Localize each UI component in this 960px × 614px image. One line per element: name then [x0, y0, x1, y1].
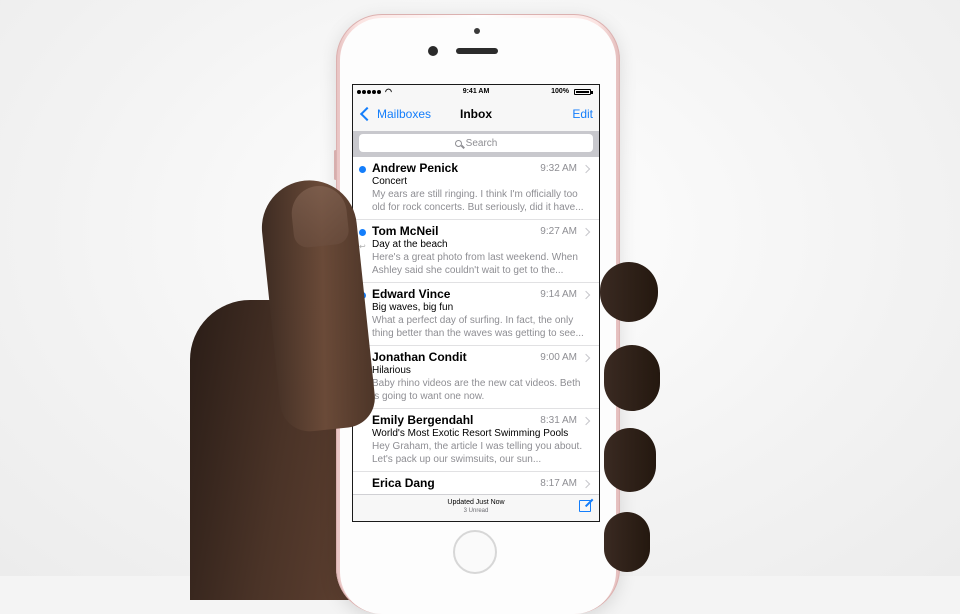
- message-preview: Here's a great photo from last weekend. …: [372, 252, 578, 276]
- edit-button[interactable]: Edit: [572, 107, 593, 121]
- message-preview: What a perfect day of surfing. In fact, …: [372, 315, 584, 339]
- message-time: 8:17 AM: [540, 478, 577, 489]
- unread-dot-icon: [359, 166, 366, 173]
- home-button[interactable]: [453, 530, 497, 574]
- message-sender: Emily Bergendahl: [372, 413, 474, 427]
- finger-index: [600, 262, 658, 322]
- proximity-sensor: [474, 28, 480, 34]
- unread-dot-icon: [359, 229, 366, 236]
- navigation-bar: Mailboxes Inbox Edit: [353, 99, 599, 131]
- bottom-toolbar: Updated Just Now 3 Unread: [353, 494, 599, 521]
- battery-icon: [574, 89, 591, 95]
- message-subject: Big waves, big fun: [372, 302, 454, 313]
- status-bar: ◠ 9:41 AM 100%: [353, 85, 599, 99]
- message-preview: My ears are still ringing. I think I'm o…: [372, 189, 584, 213]
- battery-percent: 100%: [551, 88, 569, 95]
- magnifier-icon: [454, 139, 462, 147]
- finger-ring: [604, 428, 656, 492]
- update-status: Updated Just Now: [447, 499, 505, 506]
- chevron-right-icon: [581, 290, 591, 300]
- finger-middle: [604, 345, 660, 411]
- message-sender: Jonathan Condit: [372, 350, 467, 364]
- message-time: 9:00 AM: [540, 352, 577, 363]
- message-row[interactable]: ↩ Tom McNeil 9:27 AM Day at the beach Here's…: [353, 220, 599, 283]
- message-row[interactable]: Emily Bergendahl 8:31 AM World's Most Exot…: [353, 409, 599, 472]
- battery-cap: [591, 91, 593, 94]
- message-time: 9:27 AM: [540, 226, 577, 237]
- message-subject: Concert: [372, 176, 408, 187]
- message-row[interactable]: ↩Edward Vince9:14 AMBig waves, big funWh…: [353, 283, 599, 346]
- chevron-right-icon: [581, 164, 591, 174]
- search-placeholder: Search: [465, 137, 498, 149]
- chevron-right-icon: [581, 416, 591, 426]
- message-sender: Edward Vince: [372, 287, 451, 301]
- message-subject: Hilarious: [372, 365, 411, 376]
- phone-screen: ◠ 9:41 AM 100% Mailboxes Inbox Edit Sear…: [352, 84, 600, 522]
- message-sender: Tom McNeil: [372, 224, 439, 238]
- message-row[interactable]: Jonathan Condit 9:00 AM Hilarious Baby rhin…: [353, 346, 599, 409]
- compose-icon[interactable]: [579, 500, 591, 512]
- search-bar: Search: [353, 131, 599, 157]
- finger-little: [604, 512, 650, 572]
- chevron-right-icon: [581, 353, 591, 363]
- message-time: 8:31 AM: [540, 415, 577, 426]
- search-input[interactable]: Search: [359, 134, 593, 152]
- message-time: 9:32 AM: [540, 163, 577, 174]
- page-title: Inbox: [460, 107, 492, 121]
- message-list: Andrew Penick 9:32 AM Concert My ears are s…: [353, 157, 599, 521]
- unread-count: 3 Unread: [463, 508, 489, 514]
- message-row[interactable]: Andrew Penick 9:32 AM Concert My ears are s…: [353, 157, 599, 220]
- reply-arrow-icon: ↩: [359, 242, 366, 251]
- message-subject: Day at the beach: [372, 239, 448, 250]
- message-subject: World's Most Exotic Resort Swimming Pool…: [372, 428, 569, 439]
- message-sender: Erica Dang: [372, 476, 435, 490]
- chevron-right-icon: [581, 479, 591, 489]
- message-time: 9:14 AM: [540, 289, 577, 300]
- message-preview: Baby rhino videos are the new cat videos…: [372, 378, 581, 402]
- earpiece-speaker: [456, 48, 498, 54]
- message-preview: Hey Graham, the article I was telling yo…: [372, 441, 583, 465]
- front-camera: [428, 46, 438, 56]
- message-sender: Andrew Penick: [372, 161, 459, 175]
- chevron-right-icon: [581, 227, 591, 237]
